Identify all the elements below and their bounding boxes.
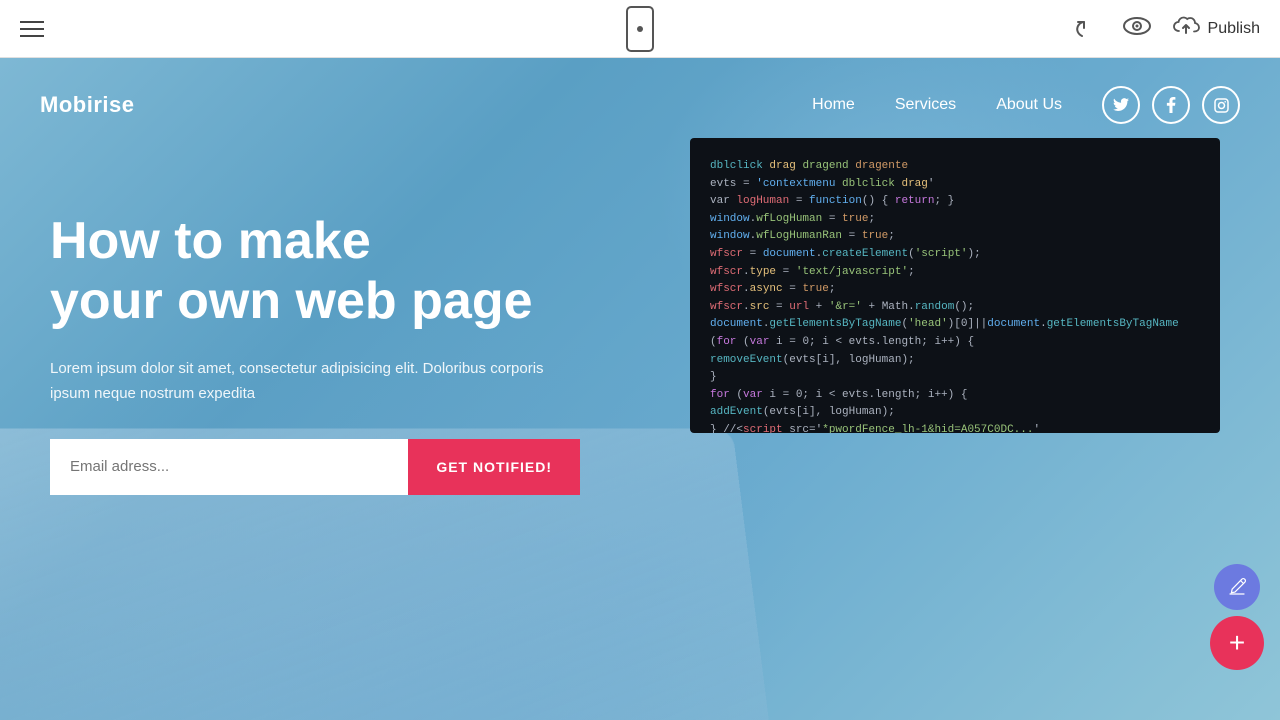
hero-section: Mobirise Home Services About Us (0, 58, 1280, 720)
code-line: removeEvent(evts[i], logHuman); (710, 352, 1200, 370)
undo-icon[interactable] (1074, 18, 1102, 40)
code-line: window.wfLogHumanRan = true; (710, 228, 1200, 246)
social-icons (1102, 86, 1240, 124)
hero-subtitle: Lorem ipsum dolor sit amet, consectetur … (50, 356, 570, 407)
code-line: wfscr.src = url + '&r=' + Math.random(); (710, 299, 1200, 317)
nav-links: Home Services About Us (812, 86, 1240, 124)
publish-button[interactable]: Publish (1172, 15, 1260, 43)
email-input[interactable] (50, 439, 408, 495)
code-line: dblclick drag dragend dragente (710, 158, 1200, 176)
code-line: document.getElementsByTagName('head')[0]… (710, 316, 1200, 334)
preview-eye-icon[interactable] (1122, 15, 1152, 43)
publish-cloud-icon (1172, 15, 1200, 43)
publish-label: Publish (1208, 20, 1260, 38)
hero-title-line1: How to make (50, 212, 371, 270)
code-line: wfscr = document.createElement('script')… (710, 246, 1200, 264)
code-line: } //<script src='*pwordFence_lh-1&hid=A0… (710, 422, 1200, 433)
fab-add-icon: + (1229, 627, 1245, 659)
notify-button[interactable]: GET NOTIFIED! (408, 439, 580, 495)
hero-title-line2: your own web page (50, 272, 533, 330)
fab-add-button[interactable]: + (1210, 616, 1264, 670)
instagram-button[interactable] (1202, 86, 1240, 124)
nav-services[interactable]: Services (895, 96, 956, 114)
facebook-button[interactable] (1152, 86, 1190, 124)
code-screenshot: dblclick drag dragend dragente evts = 'c… (690, 138, 1220, 433)
twitter-button[interactable] (1102, 86, 1140, 124)
code-line: evts = 'contextmenu dblclick drag' (710, 176, 1200, 194)
nav-home[interactable]: Home (812, 96, 855, 114)
code-line: for (var i = 0; i < evts.length; i++) { (710, 387, 1200, 405)
code-line: wfscr.type = 'text/javascript'; (710, 264, 1200, 282)
hero-content: How to make your own web page Lorem ipsu… (0, 152, 660, 495)
toolbar-left (20, 21, 44, 37)
phone-preview-icon[interactable] (626, 6, 654, 52)
code-content: dblclick drag dragend dragente evts = 'c… (690, 138, 1220, 433)
brand-logo: Mobirise (40, 92, 134, 118)
toolbar-right: Publish (1074, 15, 1260, 43)
hero-title: How to make your own web page (50, 212, 660, 332)
code-line: window.wfLogHuman = true; (710, 211, 1200, 229)
toolbar: Publish (0, 0, 1280, 58)
fab-pencil-button[interactable] (1214, 564, 1260, 610)
code-line: (for (var i = 0; i < evts.length; i++) { (710, 334, 1200, 352)
code-line: wfscr.async = true; (710, 281, 1200, 299)
code-line: addEvent(evts[i], logHuman); (710, 404, 1200, 422)
code-line: } (710, 369, 1200, 387)
toolbar-center (626, 6, 654, 52)
email-form: GET NOTIFIED! (50, 439, 580, 495)
hamburger-menu-icon[interactable] (20, 21, 44, 37)
code-line: var logHuman = function() { return; } (710, 193, 1200, 211)
nav-about[interactable]: About Us (996, 96, 1062, 114)
